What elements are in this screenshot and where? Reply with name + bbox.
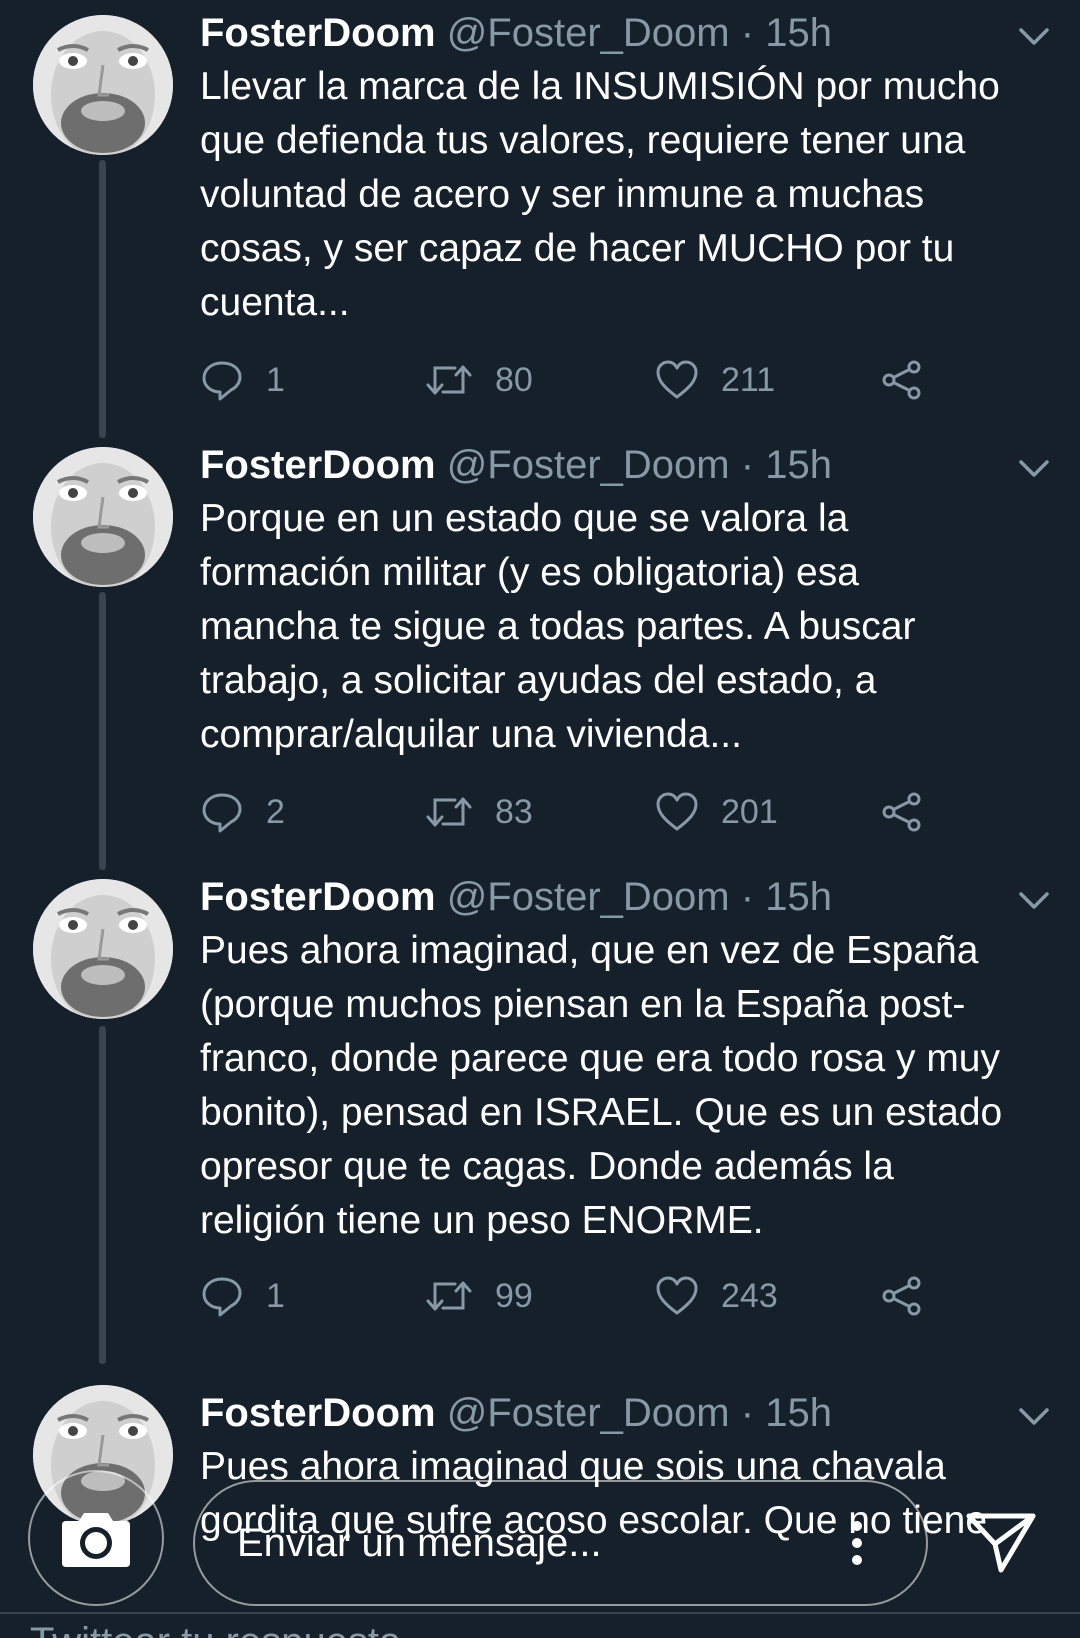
user-handle[interactable]: @Foster_Doom xyxy=(447,11,730,55)
send-icon[interactable] xyxy=(965,1510,1037,1574)
tweet-timestamp[interactable]: 15h xyxy=(765,11,832,55)
caret-down-icon[interactable] xyxy=(1017,458,1051,480)
display-name[interactable]: FosterDoom xyxy=(200,875,436,919)
like-button[interactable]: 243 xyxy=(655,1271,778,1321)
caret-down-icon[interactable] xyxy=(1017,26,1051,48)
tweet-actions: 1 99 243 xyxy=(200,1271,960,1321)
reply-prompt[interactable]: Twittear tu respuesta xyxy=(30,1620,401,1638)
retweet-button[interactable]: 80 xyxy=(425,355,533,405)
reply-icon xyxy=(202,793,242,833)
retweet-button[interactable]: 99 xyxy=(425,1271,533,1321)
like-button[interactable]: 211 xyxy=(655,355,775,405)
user-handle[interactable]: @Foster_Doom xyxy=(447,443,730,487)
share-icon xyxy=(882,360,921,400)
reply-count: 2 xyxy=(266,792,285,831)
avatar-image xyxy=(33,15,173,155)
avatar[interactable] xyxy=(33,447,173,587)
like-icon xyxy=(656,360,698,399)
retweet-count: 83 xyxy=(495,792,533,831)
separator-dot: · xyxy=(740,875,755,919)
user-handle[interactable]: @Foster_Doom xyxy=(447,875,730,919)
like-icon xyxy=(656,792,698,831)
like-icon xyxy=(656,1276,698,1315)
tweet-actions: 2 83 201 xyxy=(200,787,960,837)
caret-down-icon[interactable] xyxy=(1017,890,1051,912)
tweet-timestamp[interactable]: 15h xyxy=(765,1391,832,1435)
reply-icon xyxy=(202,361,242,401)
thread-connector xyxy=(99,160,106,438)
reply-count: 1 xyxy=(266,1276,285,1315)
share-button[interactable] xyxy=(880,355,946,405)
tweet-text: Porque en un estado que se valora la for… xyxy=(200,497,916,756)
avatar[interactable] xyxy=(33,15,173,155)
display-name[interactable]: FosterDoom xyxy=(200,11,436,55)
retweet-button[interactable]: 83 xyxy=(425,787,533,837)
retweet-icon xyxy=(426,797,472,827)
tweet-actions: 1 80 211 xyxy=(200,355,960,405)
reply-button[interactable]: 2 xyxy=(200,787,285,837)
retweet-count: 99 xyxy=(495,1276,533,1315)
like-button[interactable]: 201 xyxy=(655,787,778,837)
message-placeholder: Enviar un mensaje... xyxy=(237,1521,602,1565)
share-icon xyxy=(882,792,921,832)
thread-connector xyxy=(99,1026,106,1364)
user-handle[interactable]: @Foster_Doom xyxy=(447,1391,730,1435)
avatar-image xyxy=(33,447,173,587)
tweet-header: FosterDoom @Foster_Doom · 15h xyxy=(200,438,1060,492)
like-count: 243 xyxy=(721,1276,778,1315)
retweet-icon xyxy=(426,1281,472,1311)
message-input[interactable]: Enviar un mensaje... xyxy=(193,1480,928,1606)
like-count: 201 xyxy=(721,792,778,831)
reply-count: 1 xyxy=(266,360,285,399)
share-button[interactable] xyxy=(880,1271,946,1321)
thread-connector xyxy=(99,592,106,870)
tweet-timestamp[interactable]: 15h xyxy=(765,443,832,487)
tweet-text: Pues ahora imaginad, que en vez de Españ… xyxy=(200,929,1003,1242)
caret-down-icon[interactable] xyxy=(1017,1406,1051,1428)
reply-button[interactable]: 1 xyxy=(200,1271,285,1321)
separator-dot: · xyxy=(740,443,755,487)
separator-dot: · xyxy=(740,11,755,55)
more-vertical-icon[interactable] xyxy=(850,1520,864,1566)
separator-dot: · xyxy=(740,1391,755,1435)
avatar-image xyxy=(33,879,173,1019)
display-name[interactable]: FosterDoom xyxy=(200,1391,436,1435)
tweet-header: FosterDoom @Foster_Doom · 15h xyxy=(200,1386,1060,1440)
retweet-icon xyxy=(426,365,472,395)
share-button[interactable] xyxy=(880,787,946,837)
display-name[interactable]: FosterDoom xyxy=(200,443,436,487)
camera-button[interactable] xyxy=(28,1470,164,1606)
tweet-header: FosterDoom @Foster_Doom · 15h xyxy=(200,870,1060,924)
tweet-timestamp[interactable]: 15h xyxy=(765,875,832,919)
reply-icon xyxy=(202,1277,242,1317)
tweet-text: Llevar la marca de la INSUMISIÓN por muc… xyxy=(200,65,1000,324)
share-icon xyxy=(882,1276,921,1316)
tweet-thread-screen: FosterDoom @Foster_Doom · 15h Llevar la … xyxy=(0,0,1080,1638)
like-count: 211 xyxy=(721,360,776,399)
camera-icon xyxy=(62,1513,130,1567)
retweet-count: 80 xyxy=(495,360,533,399)
avatar[interactable] xyxy=(33,879,173,1019)
tweet-header: FosterDoom @Foster_Doom · 15h xyxy=(200,6,1060,60)
reply-bar-divider xyxy=(0,1612,1080,1614)
reply-button[interactable]: 1 xyxy=(200,355,285,405)
